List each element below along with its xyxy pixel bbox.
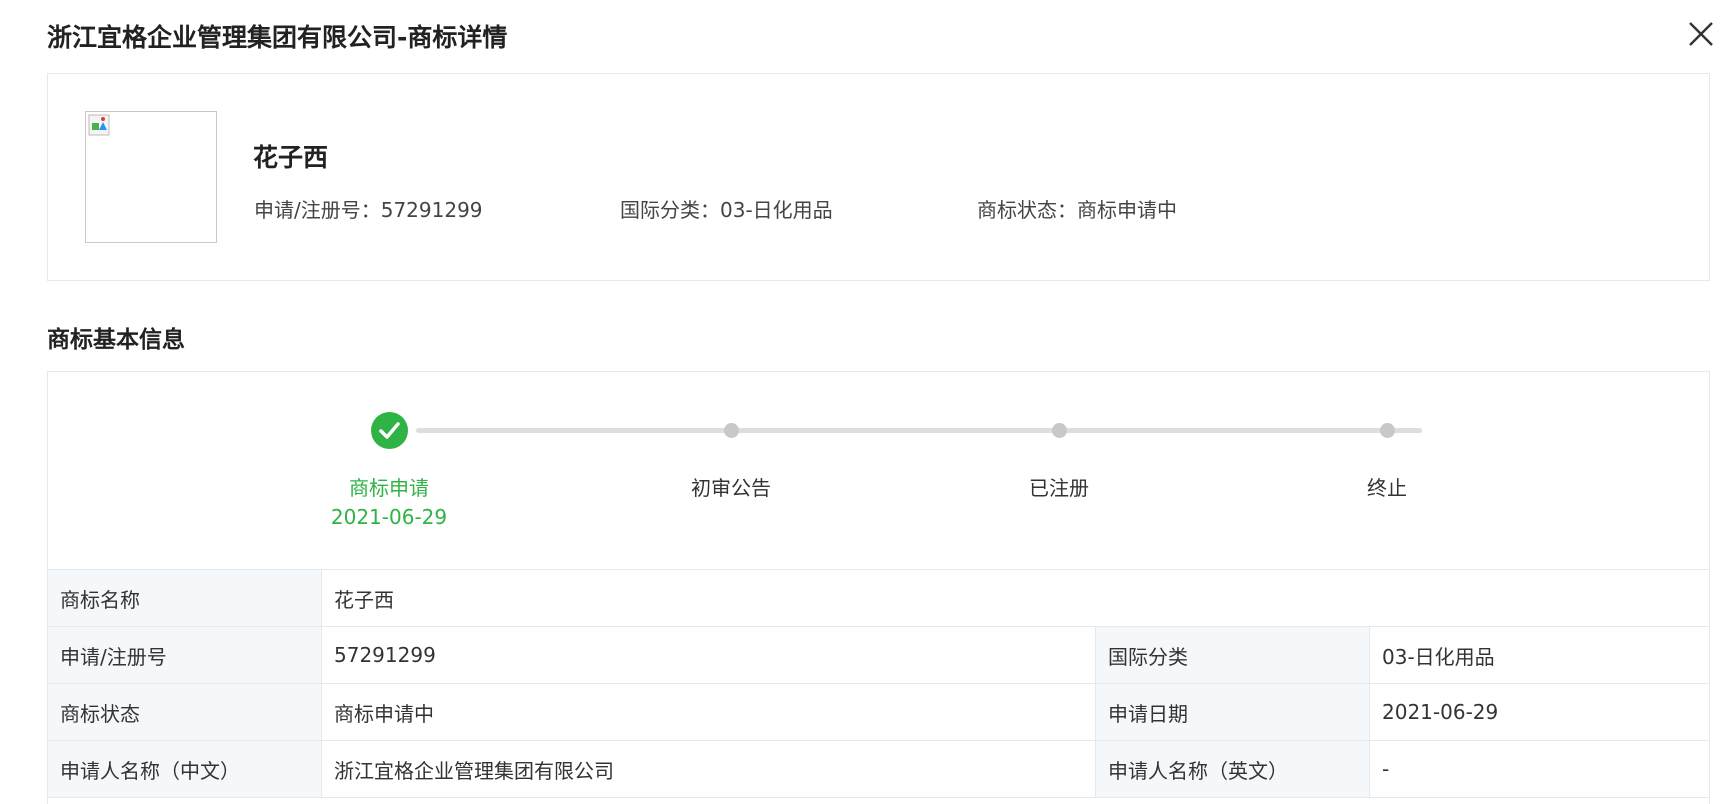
step-label: 商标申请 xyxy=(349,476,429,500)
step-pending-marker xyxy=(1052,423,1067,438)
trademark-status: 商标状态：商标申请中 xyxy=(977,198,1177,222)
table-label: 国际分类 xyxy=(1095,626,1370,684)
step-date: 2021-06-29 xyxy=(330,505,448,529)
step-connector xyxy=(1072,428,1422,433)
close-button[interactable] xyxy=(1683,16,1719,52)
table-label: 申请/注册号 xyxy=(48,626,322,684)
progress-steps: 商标申请 2021-06-29 初审公告 已注册 终止 xyxy=(48,372,1709,570)
step-done-marker xyxy=(371,412,408,449)
table-label: 申请人名称（中文） xyxy=(48,740,322,798)
table-row: 申请/注册号 57291299 国际分类 03-日化用品 xyxy=(48,626,1709,684)
basic-info-panel: 商标申请 2021-06-29 初审公告 已注册 终止 商标名称 花子西 申请/… xyxy=(47,371,1710,804)
table-label: 商标状态 xyxy=(48,683,322,741)
step-connector xyxy=(744,428,1094,433)
table-label: 申请人名称（英文） xyxy=(1095,740,1370,798)
step-label: 已注册 xyxy=(1029,476,1089,500)
international-class: 国际分类：03-日化用品 xyxy=(620,198,833,222)
table-value: 03-日化用品 xyxy=(1368,626,1709,684)
table-row: 商标名称 花子西 xyxy=(48,569,1709,627)
step-label: 初审公告 xyxy=(691,476,771,500)
step-connector xyxy=(416,428,766,433)
table-row: 申请人名称（中文） 浙江宜格企业管理集团有限公司 申请人名称（英文） - xyxy=(48,740,1709,798)
trademark-image xyxy=(85,111,217,243)
table-value: 浙江宜格企业管理集团有限公司 xyxy=(321,740,1096,798)
dialog-title: 浙江宜格企业管理集团有限公司-商标详情 xyxy=(47,23,508,52)
table-value: 花子西 xyxy=(320,569,1709,627)
table-label: 申请日期 xyxy=(1095,683,1370,741)
table-row: 商标状态 商标申请中 申请日期 2021-06-29 xyxy=(48,683,1709,741)
check-icon xyxy=(379,422,400,439)
broken-image-icon xyxy=(88,114,110,136)
section-title: 商标基本信息 xyxy=(47,327,185,353)
trademark-summary-card: 花子西 申请/注册号：57291299 国际分类：03-日化用品 商标状态：商标… xyxy=(47,73,1710,281)
table-value: 2021-06-29 xyxy=(1368,683,1709,741)
step-pending-marker xyxy=(1380,423,1395,438)
registration-number: 申请/注册号：57291299 xyxy=(254,198,483,222)
step-label: 终止 xyxy=(1367,476,1407,500)
table-value: 商标申请中 xyxy=(321,683,1096,741)
table-value: 57291299 xyxy=(321,626,1096,684)
table-value: - xyxy=(1368,740,1709,798)
trademark-name: 花子西 xyxy=(253,143,329,172)
table-label: 商标名称 xyxy=(48,569,322,627)
close-icon xyxy=(1689,22,1713,46)
step-pending-marker xyxy=(724,423,739,438)
trademark-info-table: 商标名称 花子西 申请/注册号 57291299 国际分类 03-日化用品 商标… xyxy=(48,569,1709,798)
